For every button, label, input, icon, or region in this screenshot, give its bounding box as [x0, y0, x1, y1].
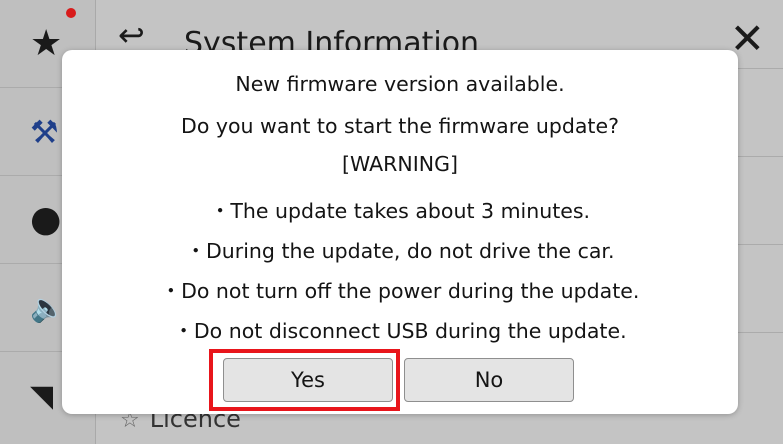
- yes-button[interactable]: Yes: [223, 358, 393, 402]
- dialog-message-line: Do you want to start the firmware update…: [181, 114, 619, 138]
- dialog-warning-line: ・During the update, do not drive the car…: [185, 239, 615, 263]
- dialog-warning-line: ・Do not turn off the power during the up…: [160, 279, 640, 303]
- dialog-warning-line: ・The update takes about 3 minutes.: [209, 199, 591, 223]
- tools-icon: ⚒: [30, 112, 59, 151]
- star-icon: ★: [30, 23, 63, 64]
- speaker-icon: 🔈: [30, 291, 65, 324]
- screen: ★ ⚒ ● 🔈 ◥ ↩ System Information ✕ ☆ Licenc…: [0, 0, 783, 444]
- wireless-icon: ◥: [30, 378, 54, 414]
- dialog-message-line: New firmware version available.: [235, 72, 565, 96]
- no-button[interactable]: No: [404, 358, 574, 402]
- dialog-warning-line: ・Do not disconnect USB during the update…: [173, 319, 627, 343]
- back-arrow-icon[interactable]: ↩: [118, 16, 145, 54]
- notification-badge: [66, 8, 76, 18]
- dialog-warning-heading: [WARNING]: [341, 152, 458, 176]
- firmware-update-dialog: New firmware version available. Do you w…: [62, 50, 738, 414]
- car-icon: ●: [30, 199, 62, 240]
